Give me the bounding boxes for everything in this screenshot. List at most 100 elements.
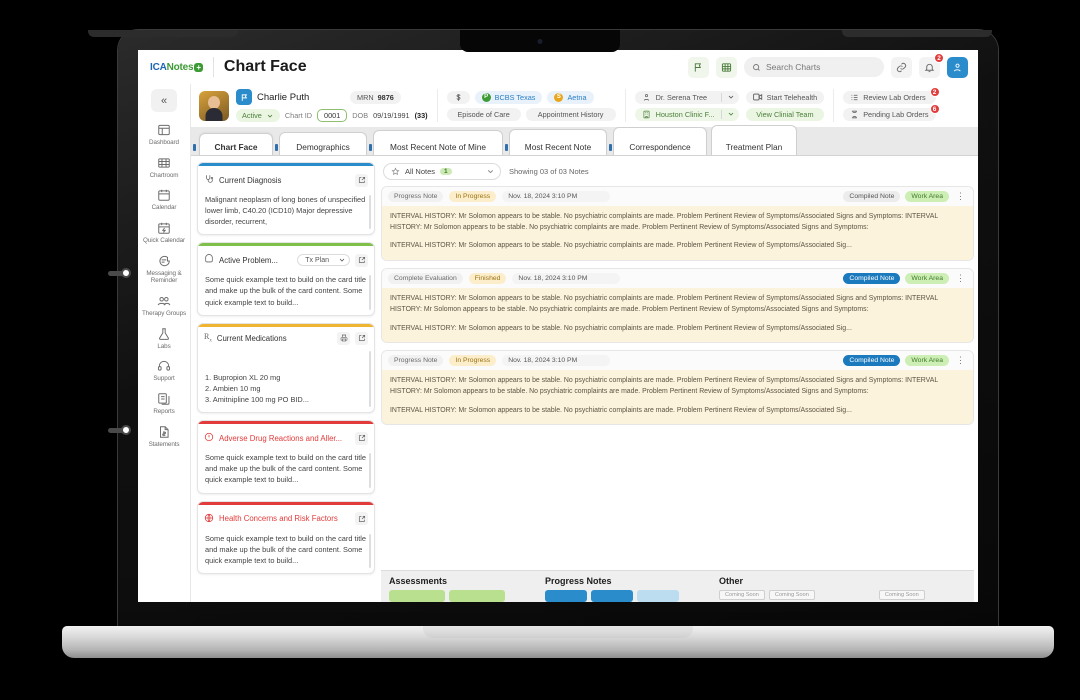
settings-sliders-icon[interactable] xyxy=(716,56,737,78)
divider xyxy=(720,109,722,119)
patient-status-dropdown[interactable]: Active xyxy=(236,109,280,122)
card-header: Rx Current Medications xyxy=(198,327,374,348)
main-area: Charlie Puth MRN 9876 Active Chart ID 00… xyxy=(191,84,978,602)
compiled-note-button[interactable]: Compiled Note xyxy=(843,355,901,367)
chart-id-input[interactable]: 0001 xyxy=(317,109,348,122)
printer-icon[interactable] xyxy=(337,331,350,345)
panel-resize-handle[interactable] xyxy=(108,425,134,435)
expand-icon[interactable] xyxy=(355,173,368,187)
compiled-note-button[interactable]: Compiled Note xyxy=(843,273,901,285)
sidebar-item-messaging[interactable]: Messaging & Reminder xyxy=(139,250,189,288)
compiled-note-button[interactable]: Compiled Note xyxy=(843,191,901,202)
note-header: Progress Note In Progress Nov. 18, 2024 … xyxy=(382,351,973,371)
kebab-menu-icon[interactable]: ⋮ xyxy=(954,356,967,365)
patient-identity-row-1: Charlie Puth MRN 9876 xyxy=(236,89,428,105)
link-icon[interactable] xyxy=(891,56,912,78)
patient-flag-icon[interactable] xyxy=(236,89,252,105)
flag-icon[interactable] xyxy=(688,56,709,78)
patient-header-bar: Charlie Puth MRN 9876 Active Chart ID 00… xyxy=(191,84,978,127)
search-input[interactable]: Search Charts xyxy=(744,57,884,77)
sidebar-collapse-button[interactable]: « xyxy=(151,89,177,112)
start-telehealth-button[interactable]: Start Telehealth xyxy=(745,90,825,104)
notes-list[interactable]: Progress Note In Progress Nov. 18, 2024 … xyxy=(381,186,974,570)
search-icon xyxy=(753,63,760,71)
tab-marker xyxy=(505,144,508,151)
card-adverse-drug-reactions[interactable]: Adverse Drug Reactions and Aller... Some… xyxy=(197,420,375,494)
progress-note-button[interactable] xyxy=(545,590,587,602)
tab-treatment-plan[interactable]: Treatment Plan xyxy=(711,125,797,155)
card-body: Malignant neoplasm of long bones of unsp… xyxy=(198,192,374,234)
tab-most-recent-note[interactable]: Most Recent Note xyxy=(509,129,607,155)
provider-name: Dr. Serena Tree xyxy=(655,92,708,102)
patient-mrn: MRN 9876 xyxy=(350,90,401,104)
sidebar-item-labs[interactable]: Labs xyxy=(139,323,189,354)
sidebar-item-quick-calendar[interactable]: Quick Calendar xyxy=(139,217,189,248)
app-logo[interactable]: ICANotes + xyxy=(150,62,203,73)
assessment-button[interactable] xyxy=(389,590,445,602)
clinic-dropdown[interactable]: Houston Clinic F... xyxy=(634,107,739,121)
episode-of-care-button[interactable]: Episode of Care xyxy=(446,107,521,121)
provider-dropdown[interactable]: Dr. Serena Tree xyxy=(634,90,739,104)
progress-note-button[interactable] xyxy=(591,590,633,602)
card-active-problems[interactable]: Active Problem... Tx Plan Some quick exa… xyxy=(197,242,375,316)
kebab-menu-icon[interactable]: ⋮ xyxy=(954,192,967,201)
other-buttons: Coming Soon Coming Soon Coming Soon xyxy=(719,590,925,600)
card-scrollbar[interactable] xyxy=(369,453,371,488)
expand-icon[interactable] xyxy=(355,253,368,267)
sidebar-item-statements[interactable]: Statements xyxy=(139,421,189,452)
insurance-primary[interactable]: P BCBS Texas xyxy=(474,90,543,104)
patient-avatar[interactable] xyxy=(199,90,229,121)
card-health-concerns[interactable]: Health Concerns and Risk Factors Some qu… xyxy=(197,500,375,574)
all-notes-filter-dropdown[interactable]: All Notes 1 xyxy=(383,163,501,180)
insurance-secondary[interactable]: S Aetna xyxy=(547,90,594,104)
work-area-button[interactable]: Work Area xyxy=(905,355,949,367)
notes-toolbar: All Notes 1 Showing 03 of 03 Notes xyxy=(381,162,974,186)
sidebar-item-reports[interactable]: Reports xyxy=(139,388,189,419)
expand-icon[interactable] xyxy=(355,431,368,445)
card-scrollbar[interactable] xyxy=(369,275,371,310)
card-current-diagnosis[interactable]: Current Diagnosis Malignant neoplasm of … xyxy=(197,162,375,236)
panel-resize-handle[interactable] xyxy=(108,268,134,278)
sidebar-item-calendar[interactable]: Calendar xyxy=(139,184,189,215)
work-area-button[interactable]: Work Area xyxy=(905,273,949,285)
sidebar-item-label: Messaging & Reminder xyxy=(146,269,182,285)
bell-icon[interactable]: 2 xyxy=(919,52,944,78)
provider-block: Dr. Serena Tree Houston Clinic F... xyxy=(634,90,739,121)
progress-note-buttons xyxy=(545,590,679,602)
billing-dollar-icon[interactable] xyxy=(446,90,470,104)
tab-marker xyxy=(275,144,278,151)
tab-demographics[interactable]: Demographics xyxy=(279,132,367,155)
card-current-medications[interactable]: Rx Current Medications 1. Bupropion XL 2… xyxy=(197,322,375,414)
card-scrollbar[interactable] xyxy=(369,350,371,408)
assessment-button[interactable] xyxy=(449,590,505,602)
review-lab-orders-button[interactable]: Review Lab Orders 2 xyxy=(843,86,940,104)
note-card[interactable]: Complete Evaluation Finished Nov. 18, 20… xyxy=(381,268,974,344)
card-header: Current Diagnosis xyxy=(198,166,374,192)
appointment-history-button[interactable]: Appointment History xyxy=(525,107,616,121)
reports-icon xyxy=(157,392,171,406)
tab-chart-face[interactable]: Chart Face xyxy=(199,133,273,155)
tab-most-recent-note-of-mine[interactable]: Most Recent Note of Mine xyxy=(373,130,503,155)
user-avatar-icon[interactable] xyxy=(947,56,968,78)
sidebar-item-chartroom[interactable]: Chartroom xyxy=(139,152,189,183)
quick-calendar-icon xyxy=(157,221,171,235)
expand-icon[interactable] xyxy=(355,331,368,345)
tab-correspondence[interactable]: Correspondence xyxy=(613,127,707,155)
kebab-menu-icon[interactable]: ⋮ xyxy=(954,274,967,283)
note-card[interactable]: Progress Note In Progress Nov. 18, 2024 … xyxy=(381,186,974,262)
bottom-title: Other xyxy=(719,576,744,586)
pending-lab-orders-button[interactable]: Pending Lab Orders 6 xyxy=(843,103,940,121)
note-card[interactable]: Progress Note In Progress Nov. 18, 2024 … xyxy=(381,350,974,426)
work-area-button[interactable]: Work Area xyxy=(905,191,949,202)
sidebar-item-dashboard[interactable]: Dashboard xyxy=(139,119,189,150)
patient-name: Charlie Puth xyxy=(257,91,310,103)
tx-plan-dropdown[interactable]: Tx Plan xyxy=(297,254,350,267)
card-scrollbar[interactable] xyxy=(369,195,371,230)
sidebar-item-therapy-groups[interactable]: Therapy Groups xyxy=(139,290,189,321)
expand-icon[interactable] xyxy=(355,512,368,526)
progress-note-button[interactable] xyxy=(637,590,679,602)
view-clinical-team-button[interactable]: View Clinial Team xyxy=(745,107,825,121)
sidebar-item-support[interactable]: Support xyxy=(139,355,189,386)
page-title: Chart Face xyxy=(223,58,307,75)
card-scrollbar[interactable] xyxy=(369,533,371,568)
